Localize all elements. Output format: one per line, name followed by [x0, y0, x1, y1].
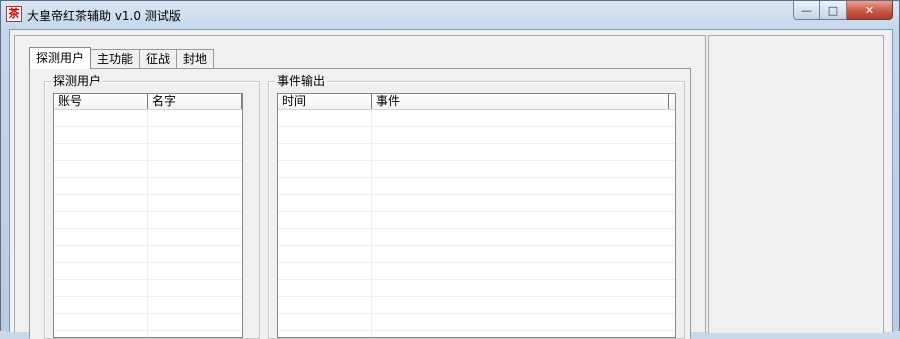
- probe-users-group: 探测用户 账号 名字: [44, 74, 260, 339]
- tab-probe-users[interactable]: 探测用户: [29, 47, 92, 69]
- column-header-account[interactable]: 账号: [54, 94, 148, 109]
- minimize-icon: —: [801, 3, 812, 17]
- probe-users-list-body[interactable]: [54, 110, 242, 337]
- client-area: 探测用户 主功能 征战 封地 探测用户 账号 名字 事件输出 时间 事件: [9, 29, 893, 339]
- column-header-time[interactable]: 时间: [278, 94, 372, 109]
- column-divider: [371, 110, 372, 337]
- column-header-name[interactable]: 名字: [148, 94, 242, 109]
- close-icon: ✕: [864, 3, 875, 17]
- right-side-panel: [708, 35, 884, 333]
- column-divider: [147, 110, 148, 337]
- minimize-button[interactable]: —: [793, 1, 820, 20]
- window-title: 大皇帝红茶辅助 v1.0 测试版: [27, 9, 181, 23]
- main-panel: 探测用户 主功能 征战 封地 探测用户 账号 名字 事件输出 时间 事件: [14, 35, 706, 339]
- tab-main-functions[interactable]: 主功能: [91, 49, 141, 69]
- event-output-list[interactable]: 时间 事件: [277, 93, 676, 338]
- app-icon: 茶: [6, 6, 22, 22]
- column-header-event[interactable]: 事件: [372, 94, 669, 109]
- event-output-list-header: 时间 事件: [278, 94, 675, 110]
- probe-users-list-header: 账号 名字: [54, 94, 242, 110]
- tab-strip: 探测用户 主功能 征战 封地: [29, 47, 215, 69]
- maximize-icon: □: [827, 3, 839, 17]
- event-output-group: 事件输出 时间 事件: [268, 74, 685, 339]
- maximize-button[interactable]: □: [820, 1, 847, 20]
- app-window: 茶 大皇帝红茶辅助 v1.0 测试版 — □ ✕ 探测用户 主功能 征战 封地: [0, 0, 900, 339]
- tab-page-probe-users: 探测用户 账号 名字 事件输出 时间 事件: [29, 68, 691, 339]
- probe-users-group-title: 探测用户: [51, 74, 104, 88]
- event-output-list-body[interactable]: [278, 110, 675, 337]
- caption-buttons: — □ ✕: [793, 1, 893, 21]
- close-button[interactable]: ✕: [847, 1, 893, 20]
- title-bar[interactable]: 茶 大皇帝红茶辅助 v1.0 测试版 — □ ✕: [1, 1, 899, 29]
- probe-users-list[interactable]: 账号 名字: [53, 93, 243, 338]
- tab-fief[interactable]: 封地: [177, 49, 215, 69]
- event-output-group-title: 事件输出: [275, 74, 328, 88]
- tab-campaign[interactable]: 征战: [140, 49, 178, 69]
